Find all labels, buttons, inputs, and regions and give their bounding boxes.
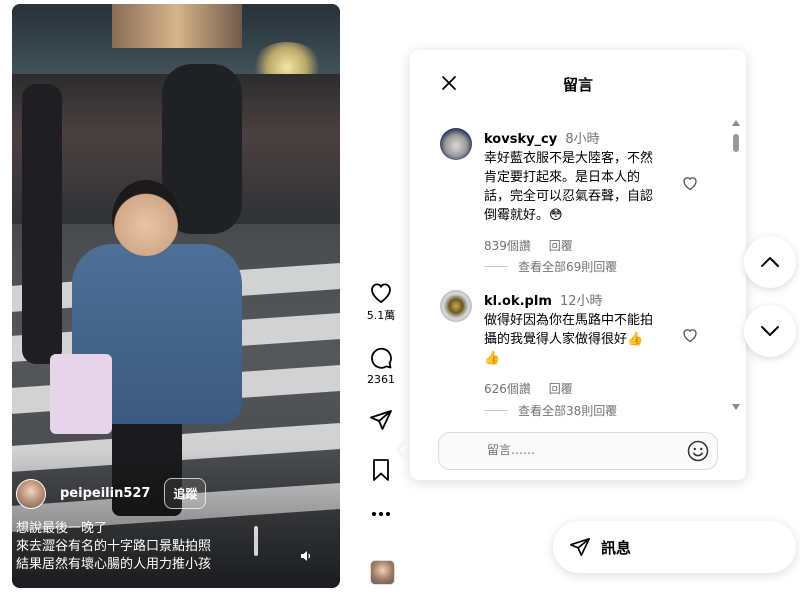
comment-input[interactable] [485, 442, 669, 458]
caption-scroll-indicator [254, 526, 258, 556]
heart-icon [683, 177, 697, 191]
comment-time[interactable]: 8小時 [565, 132, 599, 147]
commenter-avatar[interactable] [440, 128, 472, 160]
commenter-avatar[interactable] [440, 290, 472, 322]
previous-reel-button[interactable] [744, 236, 796, 288]
comment-text: 幸好藍衣服不是大陸客，不然 肯定要打起來。是日本人的 話，完全可以忍氣吞聲，自認… [484, 151, 654, 223]
save-button[interactable] [362, 458, 400, 482]
send-icon [570, 537, 590, 557]
comment-like-button[interactable] [682, 176, 698, 192]
audio-thumbnail[interactable] [370, 560, 395, 585]
commenter-username[interactable]: kovsky_cy [484, 132, 557, 147]
chevron-up-icon [761, 257, 779, 267]
more-options-button[interactable] [362, 510, 400, 518]
comment-like-count[interactable]: 626個讚 [484, 382, 531, 396]
share-button[interactable] [362, 408, 400, 432]
next-reel-button[interactable] [744, 305, 796, 357]
reply-button[interactable]: 回覆 [549, 382, 573, 396]
view-replies-link[interactable]: 查看全部38則回覆 [484, 402, 617, 419]
author-username[interactable]: peipeilin527 [60, 486, 150, 501]
smiley-icon [687, 440, 709, 462]
chevron-down-icon [761, 326, 779, 336]
video-author: peipeilin527 追蹤 [16, 478, 207, 509]
comment-text: 做得好因為你在馬路中不能拍 攝的我覺得人家做得很好👍 👍 [484, 313, 654, 366]
heart-icon [683, 329, 697, 343]
scroll-up-arrow-icon[interactable] [732, 120, 740, 126]
comment-icon [371, 347, 392, 369]
panel-title: 留言 [562, 76, 593, 94]
scroll-thumb[interactable] [733, 134, 739, 152]
comment-input-box [438, 432, 718, 470]
comment-scrollbar[interactable] [732, 120, 742, 410]
caption-line: 想說最後一晚了 [16, 521, 108, 536]
more-icon [372, 512, 390, 516]
messages-button[interactable]: 訊息 [553, 521, 796, 573]
volume-icon[interactable] [300, 550, 312, 565]
send-icon [370, 410, 392, 430]
comment-time[interactable]: 12小時 [560, 294, 603, 309]
comment-count: 2361 [367, 373, 395, 386]
caption-line: 來去澀谷有名的十字路口景點拍照 [16, 539, 212, 554]
messages-label: 訊息 [601, 538, 632, 557]
reply-button[interactable]: 回覆 [549, 239, 573, 253]
view-replies-link[interactable]: 查看全部69則回覆 [484, 258, 617, 275]
caption-line: 結果居然有壞心腸的人用力推小孩 [16, 557, 212, 572]
video-caption[interactable]: 想說最後一晚了 來去澀谷有名的十字路口景點拍照 結果居然有壞心腸的人用力推小孩 [16, 520, 248, 574]
author-avatar[interactable] [16, 478, 46, 509]
like-count: 5.1萬 [366, 309, 396, 322]
commenter-username[interactable]: kl.ok.plm [484, 294, 552, 309]
comment-like-count[interactable]: 839個讚 [484, 239, 531, 253]
comments-panel: 留言 kovsky_cy 8小時 幸好藍衣服不是大陸客，不然 肯定要打起來。是日… [410, 50, 746, 480]
scroll-down-arrow-icon[interactable] [732, 404, 740, 410]
comment-button[interactable]: 2361 [362, 346, 400, 386]
like-button[interactable]: 5.1萬 [362, 282, 400, 323]
close-button[interactable] [440, 74, 458, 92]
comment-list[interactable]: kovsky_cy 8小時 幸好藍衣服不是大陸客，不然 肯定要打起來。是日本人的… [410, 124, 730, 424]
bookmark-icon [373, 459, 389, 481]
follow-button[interactable]: 追蹤 [164, 478, 207, 509]
close-icon [442, 76, 456, 90]
emoji-button[interactable] [687, 440, 709, 462]
comment-like-button[interactable] [682, 328, 698, 344]
heart-icon [371, 283, 391, 304]
